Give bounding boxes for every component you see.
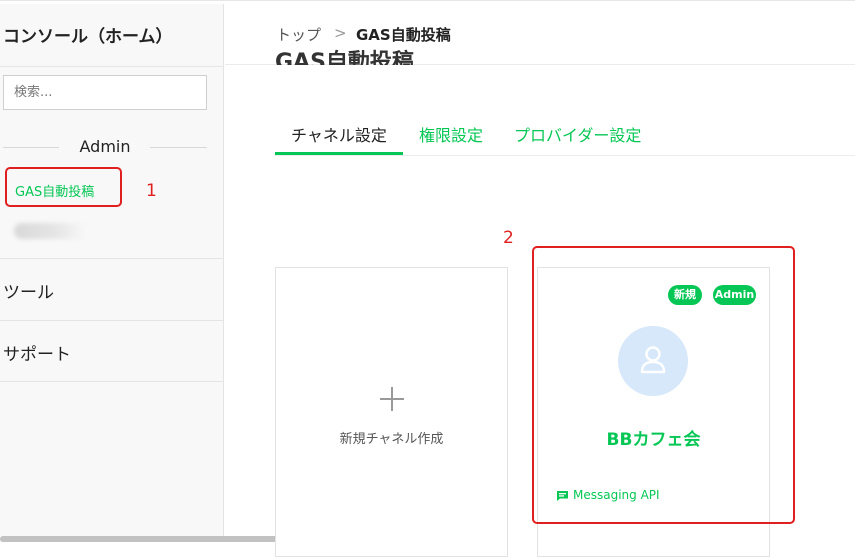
plus-icon [380, 387, 404, 411]
annotation-number-1: 1 [146, 181, 157, 201]
tab-channel-settings[interactable]: チャネル設定 [291, 122, 387, 146]
admin-section-header: Admin [0, 137, 224, 157]
sidebar-section-tools[interactable]: ツール [0, 258, 224, 320]
tab-permission-settings[interactable]: 権限設定 [419, 122, 483, 146]
page-title-clipped: GAS自動投稿 [275, 42, 475, 65]
sidebar-section-label: ツール [3, 283, 54, 303]
horizontal-scrollbar[interactable] [0, 536, 294, 542]
annotation-box-2 [532, 246, 795, 524]
sidebar: コンソール（ホーム） Admin GAS自動投稿 ツール サポート [0, 4, 224, 542]
new-channel-card[interactable]: 新規チャネル作成 [275, 267, 508, 557]
annotation-number-2: 2 [503, 228, 514, 248]
active-tab-indicator [275, 152, 403, 155]
sidebar-section-support[interactable]: サポート [0, 320, 224, 382]
page-title: GAS自動投稿 [275, 50, 414, 65]
sidebar-title[interactable]: コンソール（ホーム） [3, 22, 173, 47]
divider [0, 381, 224, 382]
search-input[interactable] [3, 75, 207, 110]
divider [0, 66, 224, 67]
annotation-box-1 [5, 167, 122, 207]
sidebar-section-label: サポート [3, 345, 71, 365]
admin-section-label: Admin [79, 137, 131, 156]
new-channel-label: 新規チャネル作成 [339, 432, 444, 447]
tab-provider-settings[interactable]: プロバイダー設定 [514, 122, 641, 146]
breadcrumb-separator: > [334, 24, 347, 42]
divider [3, 147, 59, 148]
divider [150, 147, 207, 148]
sidebar-item-blurred[interactable] [14, 223, 86, 239]
tab-bar: チャネル設定 権限設定 プロバイダー設定 [275, 108, 855, 156]
